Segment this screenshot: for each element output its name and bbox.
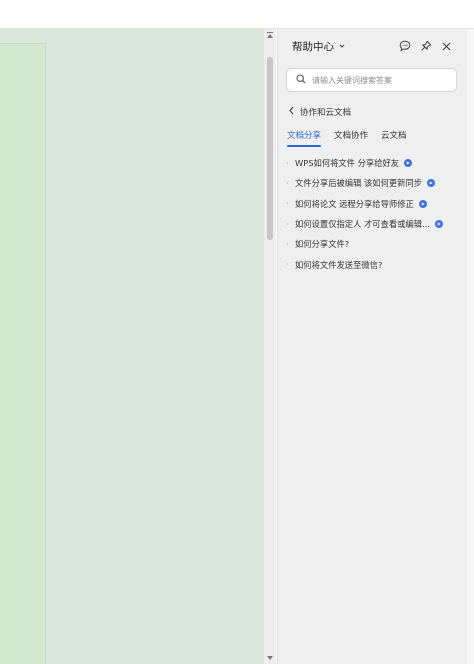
question-text[interactable]: 如何将文件发送至微信?	[295, 259, 382, 271]
scroll-down-arrow-icon[interactable]	[267, 655, 273, 663]
tab-cloud-documents[interactable]: 云文档	[381, 129, 407, 147]
play-badge-icon[interactable]	[435, 220, 444, 229]
breadcrumb-label: 协作和云文档	[300, 108, 352, 118]
chevron-down-icon	[338, 42, 346, 50]
question-text[interactable]: WPS如何将文件 分享给好友	[295, 157, 399, 169]
question-item[interactable]: · 文件分享后被编辑 该如何更新同步	[286, 173, 462, 193]
scroll-up-arrow-icon[interactable]	[267, 32, 273, 40]
tab-document-sharing[interactable]: 文档分享	[287, 129, 322, 147]
play-badge-icon[interactable]	[427, 179, 436, 188]
document-page[interactable]	[0, 43, 46, 664]
list-bullet: ·	[286, 219, 289, 229]
search-icon	[296, 73, 306, 87]
list-bullet: ·	[286, 158, 289, 168]
close-icon[interactable]	[440, 40, 453, 53]
help-center-title-dropdown[interactable]: 帮助中心	[292, 38, 346, 54]
vertical-scrollbar[interactable]	[264, 29, 276, 664]
question-text[interactable]: 如何分享文件?	[295, 238, 349, 250]
list-bullet: ·	[286, 239, 289, 249]
help-center-panel: 帮助中心 协作和云文档 文档分享 文档协作 云文档 ·	[277, 29, 467, 664]
question-item[interactable]: · WPS如何将文件 分享给好友	[286, 153, 462, 173]
question-text[interactable]: 如何设置仅指定人 才可查看或编辑...	[295, 218, 430, 230]
panel-right-edge	[467, 29, 474, 664]
question-item[interactable]: · 如何设置仅指定人 才可查看或编辑...	[286, 214, 462, 234]
play-badge-icon[interactable]	[418, 199, 427, 208]
tab-document-collaboration[interactable]: 文档协作	[334, 129, 368, 147]
help-search-box[interactable]	[286, 68, 457, 92]
list-bullet: ·	[286, 178, 289, 188]
list-bullet: ·	[286, 260, 289, 270]
question-item[interactable]: · 如何分享文件?	[286, 234, 462, 254]
top-toolbar-strip	[0, 0, 474, 29]
breadcrumb[interactable]: 协作和云文档	[288, 105, 351, 119]
chevron-left-icon[interactable]	[288, 106, 295, 118]
category-tabs: 文档分享 文档协作 云文档	[287, 129, 407, 147]
chat-bubble-icon[interactable]	[398, 40, 411, 53]
list-bullet: ·	[286, 199, 289, 209]
question-text[interactable]: 如何将论文 远程分享给导师修正	[295, 198, 414, 210]
question-list: · WPS如何将文件 分享给好友 · 文件分享后被编辑 该如何更新同步 · 如何…	[286, 153, 462, 275]
pin-icon[interactable]	[419, 40, 432, 53]
question-item[interactable]: · 如何将文件发送至微信?	[286, 254, 462, 274]
scrollbar-thumb[interactable]	[267, 57, 273, 240]
play-badge-icon[interactable]	[404, 159, 413, 168]
help-center-title: 帮助中心	[292, 40, 334, 53]
question-item[interactable]: · 如何将论文 远程分享给导师修正	[286, 194, 462, 214]
panel-header-actions	[398, 38, 453, 54]
help-search-input[interactable]	[312, 75, 442, 85]
question-text[interactable]: 文件分享后被编辑 该如何更新同步	[295, 177, 422, 189]
